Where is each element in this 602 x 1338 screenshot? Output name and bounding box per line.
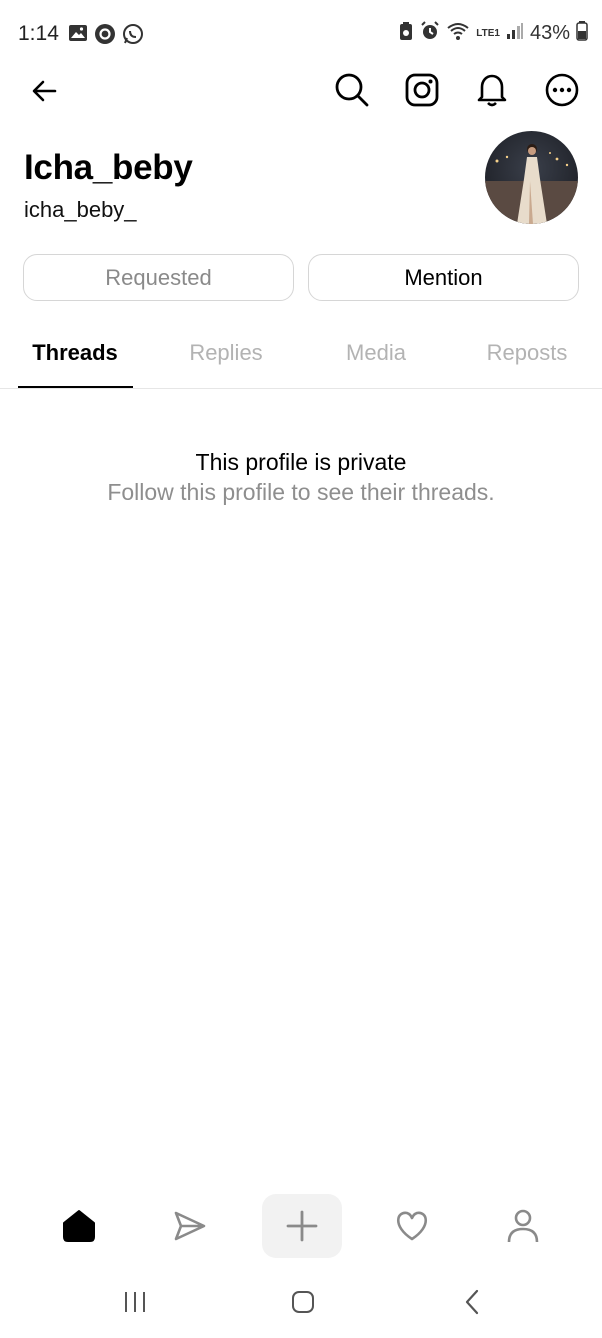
recent-apps-icon [125, 1292, 145, 1312]
private-profile-title: This profile is private [195, 449, 407, 475]
alarm-icon [420, 21, 440, 46]
whatsapp-icon [122, 23, 144, 50]
profile-name: Icha_beby [24, 148, 193, 187]
search-icon [335, 73, 369, 107]
send-icon [174, 1211, 206, 1241]
more-options-button[interactable] [544, 72, 580, 108]
lte-label: LTE1 [476, 27, 500, 39]
status-bar: 1:14 LTE1 43% [0, 0, 602, 70]
profile-handle: icha_beby_ [24, 197, 137, 222]
instagram-button[interactable] [404, 72, 440, 108]
app-notification-icon [94, 23, 116, 50]
system-navigation-bar [0, 1276, 602, 1328]
battery-icon [576, 21, 588, 46]
bell-icon [477, 74, 507, 107]
heart-icon [396, 1211, 428, 1241]
profile-icon [507, 1209, 539, 1243]
gallery-icon [68, 23, 88, 50]
battery-percent: 43% [529, 22, 570, 44]
nav-home[interactable] [39, 1194, 119, 1258]
notification-icons [68, 23, 144, 50]
battery-saver-icon [398, 21, 414, 46]
home-icon [63, 1210, 95, 1242]
more-icon [545, 73, 579, 107]
back-button[interactable] [28, 74, 62, 108]
nav-create[interactable] [262, 1194, 342, 1258]
tab-reposts[interactable]: Reposts [452, 340, 602, 366]
back-arrow-icon [32, 80, 57, 102]
back-system-button[interactable] [448, 1284, 496, 1320]
avatar[interactable] [485, 131, 578, 224]
requested-button[interactable]: Requested [23, 254, 294, 301]
status-right: LTE1 43% [398, 21, 588, 46]
home-square-icon [292, 1291, 314, 1313]
tab-threads[interactable]: Threads [0, 340, 150, 366]
instagram-icon [405, 73, 439, 107]
status-time: 1:14 [18, 22, 59, 45]
bottom-navigation [0, 1194, 602, 1260]
nav-profile[interactable] [483, 1194, 563, 1258]
mention-button[interactable]: Mention [308, 254, 579, 301]
plus-icon [286, 1210, 318, 1242]
tab-replies[interactable]: Replies [151, 340, 301, 366]
chevron-left-icon [465, 1289, 479, 1315]
notifications-button[interactable] [474, 72, 510, 108]
nav-send[interactable] [150, 1194, 230, 1258]
recent-apps-button[interactable] [111, 1284, 159, 1320]
nav-activity[interactable] [372, 1194, 452, 1258]
avatar-photo [485, 131, 578, 224]
wifi-icon [446, 21, 470, 46]
header-actions [334, 72, 580, 108]
profile-tabs: Threads Replies Media Reposts [0, 330, 602, 389]
home-system-button[interactable] [279, 1284, 327, 1320]
search-button[interactable] [334, 72, 370, 108]
top-app-bar [0, 68, 602, 114]
active-tab-indicator [18, 386, 133, 388]
tab-media[interactable]: Media [301, 340, 451, 366]
private-profile-subtitle: Follow this profile to see their threads… [107, 479, 495, 505]
signal-icon [506, 22, 524, 45]
